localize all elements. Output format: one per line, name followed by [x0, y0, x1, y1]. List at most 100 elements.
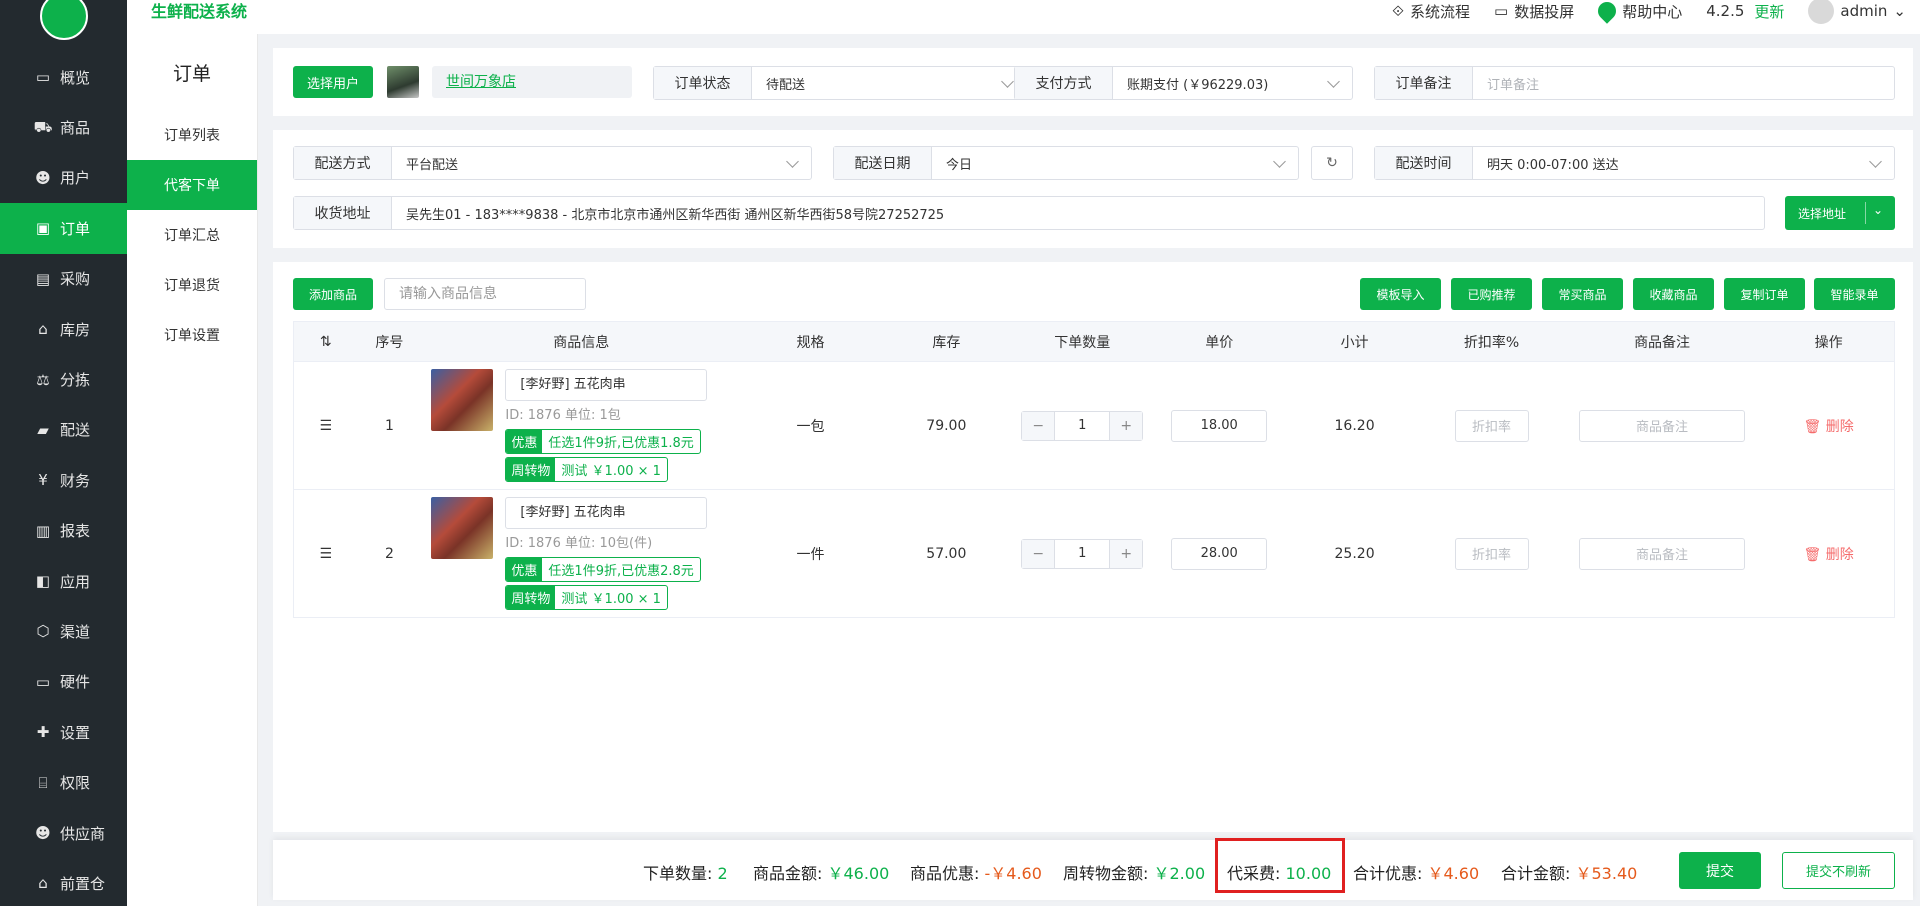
location-pin-icon	[1594, 0, 1620, 24]
summary-qty: 下单数量: 2	[643, 864, 728, 883]
trash-icon: 🗑︎	[1803, 418, 1822, 435]
minus-icon[interactable]: −	[1022, 411, 1055, 440]
chevron-down-icon	[1001, 74, 1014, 88]
order-status-select[interactable]: 订单状态 待配送	[653, 66, 1027, 100]
delete-button[interactable]: 🗑︎ 删除	[1804, 419, 1854, 435]
product-name-field[interactable]: [李好野] 五花肉串	[505, 369, 708, 401]
delivery-address-field[interactable]: 收货地址 吴先生01 - 183****9838 - 北京市北京市通州区新华西街…	[293, 196, 1765, 230]
product-remark-input[interactable]: 商品备注	[1579, 537, 1746, 570]
drag-handle[interactable]: ☰	[293, 489, 358, 618]
submit-no-refresh-button[interactable]: 提交不刷新	[1782, 852, 1895, 889]
avatar	[1808, 0, 1835, 24]
nav-item-front-warehouse[interactable]: ⌂ 前置仓	[0, 858, 127, 906]
submenu-order-list[interactable]: 订单列表	[127, 110, 257, 160]
highlight-box	[1215, 838, 1345, 893]
nav-item-delivery[interactable]: ▰ 配送	[0, 405, 127, 455]
sort-column[interactable]: ⇅	[293, 321, 358, 362]
minus-icon[interactable]: −	[1022, 539, 1055, 568]
yen-icon: ¥	[38, 471, 48, 490]
turnover-tag: 周转物 测试 ￥1.00 × 1	[505, 457, 668, 482]
store-icon: ⌂	[38, 874, 48, 893]
discount-input[interactable]: 折扣率	[1454, 537, 1529, 570]
nav-item-channels[interactable]: ⬡ 渠道	[0, 606, 127, 656]
store-name-link[interactable]: 世间万象店	[432, 66, 632, 98]
group-icon: ☻	[35, 824, 51, 843]
bank-icon: ⌸	[38, 773, 48, 792]
data-screen-link[interactable]: ▭ 数据投屏	[1494, 1, 1574, 22]
promo-tag: 优惠 任选1件9折,已优惠1.8元	[505, 429, 701, 454]
store-avatar	[387, 66, 419, 98]
chevron-down-icon: ⌄	[1893, 2, 1906, 20]
product-name-field[interactable]: [李好野] 五花肉串	[505, 497, 708, 529]
template-import-button[interactable]: 模板导入	[1360, 278, 1441, 310]
nav-item-users[interactable]: ☻ 用户	[0, 153, 127, 203]
discount-input[interactable]: 折扣率	[1454, 409, 1529, 442]
delete-button[interactable]: 🗑︎ 删除	[1804, 547, 1854, 563]
nav-item-hardware[interactable]: ▭ 硬件	[0, 657, 127, 707]
trash-icon: 🗑︎	[1803, 546, 1822, 563]
payment-method-select[interactable]: 支付方式 账期支付 (￥96229.03)	[1014, 66, 1353, 100]
price-input[interactable]: 18.00	[1171, 409, 1268, 442]
order-remark-field[interactable]: 订单备注 订单备注	[1374, 66, 1895, 100]
nav-item-apps[interactable]: ◧ 应用	[0, 556, 127, 606]
submenu-proxy-order[interactable]: 代客下单	[127, 160, 257, 210]
price-input[interactable]: 28.00	[1171, 537, 1268, 570]
monitor-icon: ▭	[35, 68, 51, 87]
screen-icon: ▭	[1494, 2, 1509, 20]
smart-entry-button[interactable]: 智能录单	[1814, 278, 1895, 310]
top-bar: 生鲜配送系统 ⟐ 系统流程 ▭ 数据投屏 帮助中心 4.2.5 更新 admin ⌄	[127, 0, 1920, 34]
summary-turnover: 周转物金额: ￥2.00	[1063, 864, 1206, 883]
refresh-button[interactable]: ↻	[1311, 146, 1353, 180]
select-user-button[interactable]: 选择用户	[293, 66, 373, 98]
plus-icon[interactable]: +	[1110, 539, 1143, 568]
submenu-order-summary[interactable]: 订单汇总	[127, 210, 257, 260]
plus-icon[interactable]: +	[1110, 411, 1143, 440]
add-product-button[interactable]: 添加商品	[293, 278, 373, 310]
submenu-order-return[interactable]: 订单退货	[127, 260, 257, 310]
copy-order-button[interactable]: 复制订单	[1724, 278, 1805, 310]
delivery-method-select[interactable]: 配送方式 平台配送	[293, 146, 812, 180]
top-right-links: ⟐ 系统流程 ▭ 数据投屏 帮助中心 4.2.5 更新 admin ⌄	[1392, 0, 1906, 24]
nav-item-suppliers[interactable]: ☻ 供应商	[0, 808, 127, 858]
puzzle-icon: ✚	[36, 723, 50, 742]
submenu-order-settings[interactable]: 订单设置	[127, 310, 257, 360]
summary-discount: 商品优惠: -￥4.60	[910, 864, 1042, 883]
list-indent-icon: ☰	[319, 417, 332, 434]
nav-item-settings[interactable]: ✚ 设置	[0, 707, 127, 757]
help-center-link[interactable]: 帮助中心	[1594, 0, 1682, 24]
product-remark-input[interactable]: 商品备注	[1579, 409, 1746, 442]
select-address-button[interactable]: 选择地址 ⌄	[1785, 196, 1895, 230]
drag-handle[interactable]: ☰	[293, 361, 358, 490]
promo-tag: 优惠 任选1件9折,已优惠2.8元	[505, 557, 701, 582]
submit-button[interactable]: 提交	[1679, 852, 1761, 889]
chevron-down-icon	[1273, 154, 1286, 168]
chevron-down-icon	[1869, 154, 1882, 168]
home-icon: ⌂	[38, 320, 48, 339]
nav-item-orders[interactable]: ▣ 订单	[0, 203, 127, 254]
nav-item-products[interactable]: ⛟ 商品	[0, 102, 127, 152]
delivery-date-select[interactable]: 配送日期 今日	[833, 146, 1299, 180]
delivery-time-select[interactable]: 配送时间 明天 0:00-07:00 送达	[1374, 146, 1895, 180]
summary-total-discount: 合计优惠: ￥4.60	[1353, 864, 1480, 883]
chevron-down-icon: ⌄	[1873, 203, 1884, 217]
nav-item-reports[interactable]: ▥ 报表	[0, 506, 127, 556]
system-flow-link[interactable]: ⟐ 系统流程	[1392, 1, 1470, 22]
purchased-recommend-button[interactable]: 已购推荐	[1451, 278, 1532, 310]
quantity-stepper[interactable]: −1 +	[1021, 538, 1144, 569]
user-menu[interactable]: admin ⌄	[1808, 0, 1906, 24]
desktop-icon: ▭	[35, 672, 51, 691]
update-link[interactable]: 更新	[1754, 1, 1784, 22]
nav-item-sorting[interactable]: ⚖ 分拣	[0, 354, 127, 404]
nav-item-finance[interactable]: ¥ 财务	[0, 455, 127, 505]
nav-item-warehouse[interactable]: ⌂ 库房	[0, 304, 127, 354]
frequent-products-button[interactable]: 常买商品	[1542, 278, 1623, 310]
product-table: ⇅ 序号 商品信息 规格 库存 下单数量 单价 小计 折扣率% 商品备注 操作 …	[293, 321, 1895, 618]
quantity-stepper[interactable]: −1 +	[1021, 410, 1144, 441]
app-logo	[39, 0, 88, 40]
nav-item-purchase[interactable]: ▤ 采购	[0, 254, 127, 304]
favorite-products-button[interactable]: 收藏商品	[1633, 278, 1714, 310]
version-label: 4.2.5	[1706, 2, 1745, 20]
product-search-input[interactable]: 请输入商品信息	[384, 278, 586, 310]
nav-item-permissions[interactable]: ⌸ 权限	[0, 757, 127, 807]
nav-item-overview[interactable]: ▭ 概览	[0, 52, 127, 102]
